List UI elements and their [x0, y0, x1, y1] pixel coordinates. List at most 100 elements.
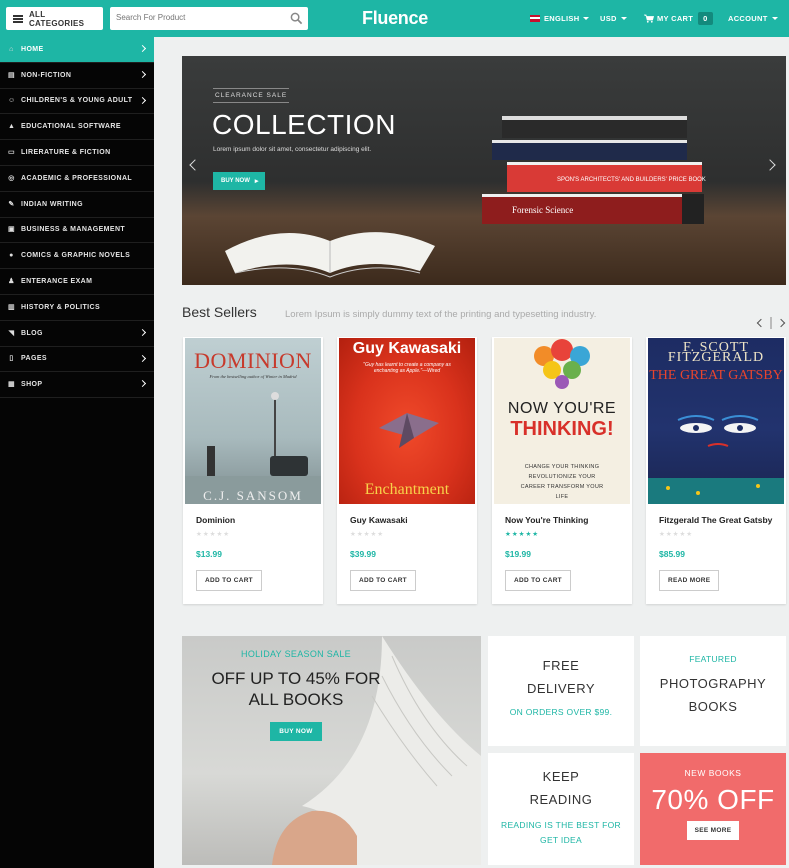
rating-stars: ★★★★★: [350, 531, 385, 538]
cover-line-1: NOW YOU'RE: [507, 400, 617, 417]
rating-stars: ★★★★★: [196, 531, 231, 538]
search-icon[interactable]: [290, 12, 303, 25]
mortarboard-icon: ▲: [8, 123, 16, 131]
featured-line-2: BOOKS: [688, 699, 738, 714]
sidebar-item-entrance-exam[interactable]: ♟ ENTERANCE EXAM: [0, 269, 154, 295]
slider-prev-icon[interactable]: [189, 159, 201, 171]
sidebar-item-label: COMICS & GRAPHIC NOVELS: [21, 252, 131, 260]
best-sellers-title: Best Sellers: [182, 304, 257, 320]
sidebar-item-label: LIRERATURE & FICTION: [21, 149, 111, 157]
holiday-sale-banner[interactable]: HOLIDAY SEASON SALE OFF UP TO 45% FOR AL…: [182, 636, 481, 865]
rating-stars: ★★★★★: [505, 531, 540, 538]
cart-icon: [644, 14, 654, 23]
sidebar-item-history[interactable]: ▥ HISTORY & POLITICS: [0, 295, 154, 321]
all-categories-label: ALL CATEGORIES: [28, 9, 85, 28]
carousel-next-icon[interactable]: [776, 318, 786, 328]
chevron-right-icon: [138, 44, 147, 53]
sidebar-item-label: CHILDREN'S & YOUNG ADULT: [21, 97, 133, 105]
all-categories-button[interactable]: ALL CATEGORIES: [6, 7, 103, 30]
chevron-down-icon: [620, 17, 627, 20]
chevron-right-icon: [138, 70, 147, 78]
hero-tag: CLEARANCE SALE: [213, 88, 290, 103]
uk-flag-icon: [530, 15, 540, 22]
carousel-divider: [770, 317, 772, 329]
file-icon: ▯: [9, 355, 14, 363]
new-books-sale-tile[interactable]: NEW BOOKS 70% OFF SEE MORE: [640, 753, 786, 865]
free-delivery-tile[interactable]: FREE DELIVERY ON ORDERS OVER $99.: [488, 636, 634, 746]
product-name[interactable]: Dominion: [196, 515, 314, 525]
cover-tagline: From the bestselling author of Winter in…: [209, 374, 297, 379]
read-more-button[interactable]: READ MORE: [659, 570, 720, 591]
add-to-cart-button[interactable]: ADD TO CART: [350, 570, 416, 591]
cover-author: C.J. SANSOM: [203, 488, 303, 503]
product-name[interactable]: Fitzgerald The Great Gatsby: [659, 515, 777, 525]
product-card-great-gatsby[interactable]: F. SCOTT FITZGERALD THE GREAT GATSBY Fit…: [646, 337, 786, 604]
best-sellers-description: Lorem Ipsum is simply dummy text of the …: [285, 309, 597, 320]
spine-text-forensic: Forensic Science: [512, 205, 573, 215]
featured-photography-tile[interactable]: FEATURED PHOTOGRAPHY BOOKS: [640, 636, 786, 746]
product-card-now-youre-thinking[interactable]: NOW YOU'RE THINKING! CHANGE YOUR THINKIN…: [492, 337, 632, 604]
sidebar-item-label: ENTERANCE EXAM: [21, 278, 93, 286]
origami-butterfly-illustration: [379, 413, 439, 448]
book-cover-image[interactable]: Guy Kawasaki "Guy has learnt to create a…: [339, 338, 475, 504]
delivery-subtext: ON ORDERS OVER $99.: [509, 707, 613, 717]
briefcase-icon: ▣: [8, 226, 16, 234]
keep-reading-tile[interactable]: KEEP READING READING IS THE BEST FOR GET…: [488, 753, 634, 865]
headline-line-1: OFF UP TO 45% FOR: [211, 669, 381, 688]
sidebar-item-label: BUSINESS & MANAGEMENT: [21, 226, 126, 234]
account-menu[interactable]: ACCOUNT: [728, 0, 778, 37]
book-open-icon: ▭: [8, 149, 16, 157]
sidebar-item-academic[interactable]: ◎ ACADEMIC & PROFESSIONAL: [0, 166, 154, 192]
currency-selector[interactable]: USD: [600, 0, 627, 37]
hero-title: COLLECTION: [212, 109, 396, 140]
sidebar-item-indian-writing[interactable]: ✎ INDIAN WRITING: [0, 192, 154, 218]
see-more-button[interactable]: SEE MORE: [686, 821, 740, 840]
sidebar-item-label: NON-FICTION: [21, 71, 72, 79]
sale-label: NEW BOOKS: [684, 768, 742, 778]
sidebar-item-educational-software[interactable]: ▲ EDUCATIONAL SOFTWARE: [0, 114, 154, 141]
product-price: $39.99: [350, 549, 376, 559]
language-selector[interactable]: ENGLISH: [530, 0, 590, 37]
product-price: $19.99: [505, 549, 531, 559]
sidebar-item-blog[interactable]: ◥ BLOG: [0, 321, 154, 347]
product-name[interactable]: Now You're Thinking: [505, 515, 623, 525]
sidebar-item-home[interactable]: ⌂ HOME: [0, 37, 154, 63]
chevron-down-icon: [583, 17, 590, 20]
book-cover-image[interactable]: DOMINION From the bestselling author of …: [185, 338, 321, 504]
chevron-right-icon: [138, 380, 147, 388]
holiday-sale-label: HOLIDAY SEASON SALE: [241, 649, 351, 659]
rating-stars: ★★★★★: [659, 531, 694, 538]
book-cover-image[interactable]: NOW YOU'RE THINKING! CHANGE YOUR THINKIN…: [494, 338, 630, 504]
sidebar-item-label: INDIAN WRITING: [21, 200, 83, 208]
hero-buy-now-button[interactable]: BUY NOW ▸: [213, 172, 265, 190]
cart-count-badge: 0: [698, 12, 713, 25]
add-to-cart-button[interactable]: ADD TO CART: [505, 570, 571, 591]
spine-text-price-book: SPON'S ARCHITECTS' AND BUILDERS' PRICE B…: [557, 177, 706, 183]
slider-next-icon[interactable]: [764, 159, 776, 171]
product-name[interactable]: Guy Kawasaki: [350, 515, 468, 525]
book-cover-image[interactable]: F. SCOTT FITZGERALD THE GREAT GATSBY: [648, 338, 784, 504]
sidebar-item-literature-fiction[interactable]: ▭ LIRERATURE & FICTION: [0, 140, 154, 166]
open-book-image: [225, 232, 435, 278]
product-card-dominion[interactable]: DOMINION From the bestselling author of …: [183, 337, 323, 604]
site-logo[interactable]: Fluence: [362, 8, 428, 29]
sidebar-item-pages[interactable]: ▯ PAGES: [0, 347, 154, 373]
chevron-right-icon: [138, 96, 147, 104]
sidebar-item-business[interactable]: ▣ BUSINESS & MANAGEMENT: [0, 218, 154, 244]
delivery-line-2: DELIVERY: [526, 681, 596, 696]
add-to-cart-button[interactable]: ADD TO CART: [196, 570, 262, 591]
my-cart-button[interactable]: MY CART 0: [644, 0, 713, 37]
holiday-buy-now-button[interactable]: BUY NOW: [270, 722, 322, 741]
sidebar-item-non-fiction[interactable]: ▤ NON-FICTION: [0, 63, 154, 89]
product-card-guy-kawasaki[interactable]: Guy Kawasaki "Guy has learnt to create a…: [337, 337, 477, 604]
sidebar-item-label: BLOG: [21, 329, 43, 337]
reading-subtext-line-1: READING IS THE BEST FOR: [501, 820, 621, 830]
category-sidebar: ⌂ HOME ▤ NON-FICTION ☺ CHILDREN'S & YOUN…: [0, 37, 154, 868]
sidebar-item-comics[interactable]: ● COMICS & GRAPHIC NOVELS: [0, 243, 154, 270]
search-input[interactable]: [110, 7, 280, 28]
sidebar-item-childrens[interactable]: ☺ CHILDREN'S & YOUNG ADULT: [0, 89, 154, 115]
carousel-prev-icon[interactable]: [756, 318, 766, 328]
reading-subtext: READING IS THE BEST FOR GET IDEA: [488, 818, 634, 848]
sidebar-item-shop[interactable]: ▦ SHOP: [0, 372, 154, 399]
chevron-right-icon: [138, 328, 147, 336]
